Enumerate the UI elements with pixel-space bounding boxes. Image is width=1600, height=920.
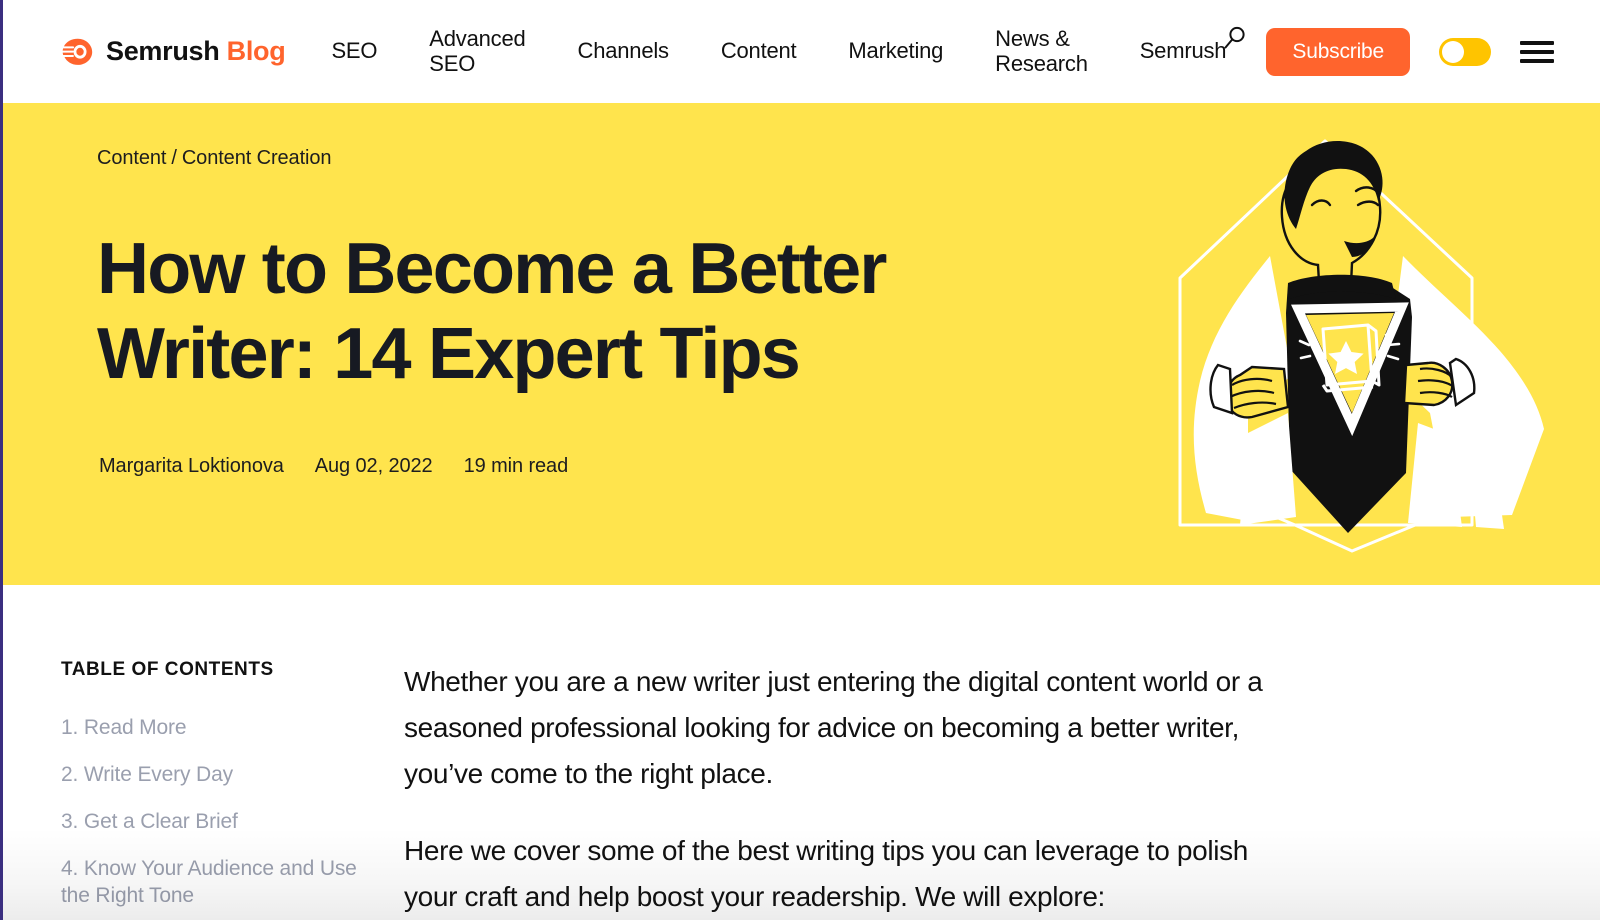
nav-semrush-with-search: Semrush xyxy=(1140,27,1245,64)
theme-toggle-knob xyxy=(1442,40,1464,63)
top-navigation-bar: Semrush Blog SEO Advanced SEO Channels C… xyxy=(3,0,1600,103)
toc-item-4[interactable]: 4. Know Your Audience and Use the Right … xyxy=(61,856,367,910)
table-of-contents: TABLE OF CONTENTS 1. Read More 2. Write … xyxy=(61,659,401,920)
breadcrumb-current[interactable]: Content Creation xyxy=(182,147,332,169)
hero-text-column: Content / Content Creation How to Become a… xyxy=(97,103,1037,585)
breadcrumb-parent[interactable]: Content xyxy=(97,147,166,169)
nav-actions: Subscribe xyxy=(1266,27,1554,76)
semrush-comet-logo-icon xyxy=(58,37,94,67)
superhero-opening-shirt-illustration xyxy=(1120,113,1550,553)
toc-item-1[interactable]: 1. Read More xyxy=(61,715,367,742)
breadcrumb: Content / Content Creation xyxy=(97,147,332,170)
toc-item-3[interactable]: 3. Get a Clear Brief xyxy=(61,809,367,836)
article-read-time: 19 min read xyxy=(463,455,569,477)
hamburger-menu-icon[interactable] xyxy=(1520,40,1554,63)
nav-link-seo[interactable]: SEO xyxy=(331,39,377,64)
hamburger-bar xyxy=(1520,49,1554,54)
article-hero: Content / Content Creation How to Become a… xyxy=(3,103,1600,585)
article-content: Whether you are a new writer just enteri… xyxy=(401,659,1401,920)
article-author[interactable]: Margarita Loktionova xyxy=(99,455,284,478)
breadcrumb-separator: / xyxy=(171,147,177,169)
article-meta: Margarita Loktionova Aug 02, 2022 19 min… xyxy=(99,455,568,478)
toc-item-2[interactable]: 2. Write Every Day xyxy=(61,762,367,789)
nav-link-semrush[interactable]: Semrush xyxy=(1140,39,1227,64)
brand-suffix: Blog xyxy=(226,36,286,66)
subscribe-button[interactable]: Subscribe xyxy=(1266,27,1410,76)
toc-list: 1. Read More 2. Write Every Day 3. Get a… xyxy=(61,715,367,909)
article-date: Aug 02, 2022 xyxy=(314,455,433,477)
article-paragraph-1: Whether you are a new writer just enteri… xyxy=(404,666,1263,789)
page-root: Semrush Blog SEO Advanced SEO Channels C… xyxy=(0,0,1600,920)
theme-toggle-switch[interactable] xyxy=(1439,37,1491,66)
search-icon[interactable] xyxy=(1222,25,1248,51)
article-paragraph-2: Here we cover some of the best writing t… xyxy=(404,834,1248,912)
toc-heading: TABLE OF CONTENTS xyxy=(61,659,274,680)
nav-link-content[interactable]: Content xyxy=(721,39,797,64)
nav-link-advanced-seo[interactable]: Advanced SEO xyxy=(429,26,525,76)
article-body-section: TABLE OF CONTENTS 1. Read More 2. Write … xyxy=(3,585,1600,920)
nav-link-channels[interactable]: Channels xyxy=(578,39,670,64)
page-title: How to Become a Better Writer: 14 Expert… xyxy=(97,229,887,394)
nav-link-marketing[interactable]: Marketing xyxy=(848,39,943,64)
hamburger-bar xyxy=(1520,40,1554,45)
site-logo-text: Semrush Blog xyxy=(106,36,286,67)
brand-name: Semrush xyxy=(106,36,220,66)
nav-link-news-research[interactable]: News & Research xyxy=(995,26,1088,76)
hamburger-bar xyxy=(1520,58,1554,63)
primary-nav-links: SEO Advanced SEO Channels Content Market… xyxy=(315,26,1245,76)
site-logo[interactable]: Semrush Blog xyxy=(58,36,286,67)
